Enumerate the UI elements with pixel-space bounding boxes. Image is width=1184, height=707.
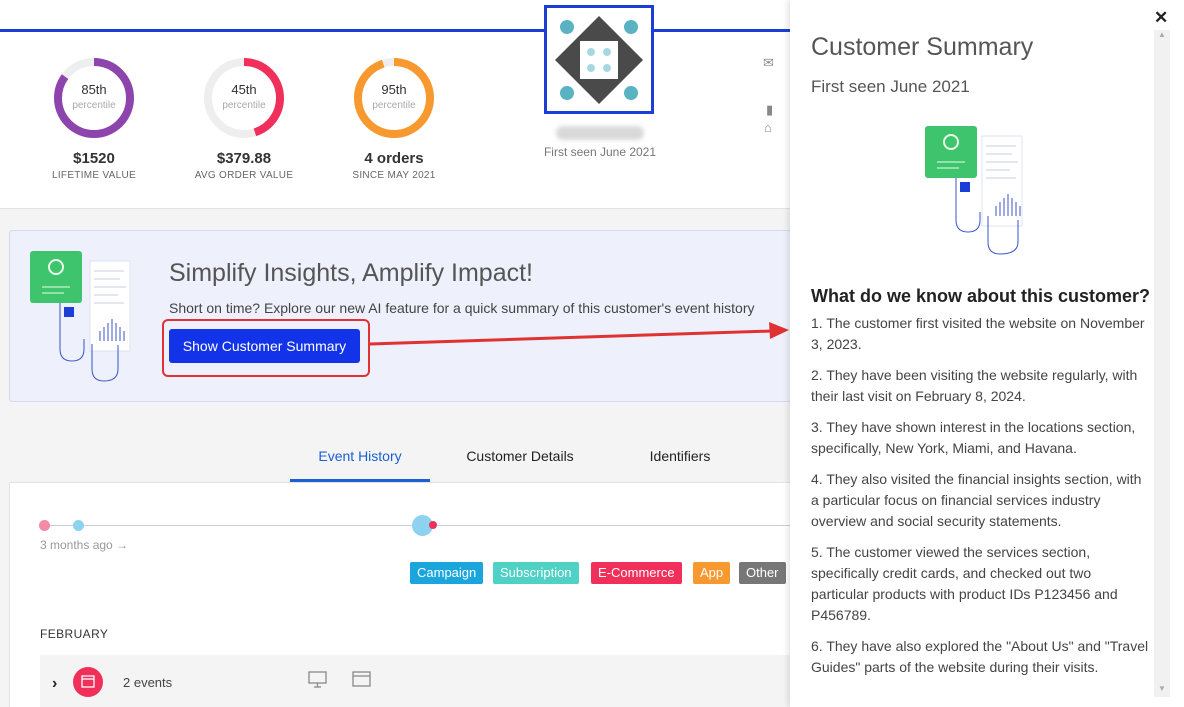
timeline-range-label: 3 months ago →: [40, 538, 129, 552]
summary-point: 4. They also visited the financial insig…: [811, 471, 1142, 529]
main-page: 85th percentile $1520 LIFETIME VALUE 45t…: [0, 0, 790, 707]
legend-app[interactable]: App: [693, 562, 731, 584]
event-count: 2 events: [123, 675, 173, 690]
summary-point: 3. They have shown interest in the locat…: [811, 419, 1136, 456]
tab-event-history[interactable]: Event History: [290, 448, 430, 464]
timeline-event-dot[interactable]: [39, 520, 50, 531]
tab-customer-details[interactable]: Customer Details: [450, 448, 590, 464]
panel-title: Customer Summary: [811, 33, 1034, 61]
summary-point: 5. The customer viewed the services sect…: [811, 544, 1118, 623]
close-icon[interactable]: ✕: [1154, 8, 1168, 28]
scroll-up-icon[interactable]: ▲: [1158, 30, 1166, 39]
customer-profile-illustration-icon: [925, 126, 1023, 255]
legend-ecommerce[interactable]: E-Commerce: [591, 562, 682, 584]
panel-scrollbar[interactable]: [1154, 30, 1170, 697]
month-heading: FEBRUARY: [40, 627, 109, 641]
summary-point: 1. The customer first visited the websit…: [811, 315, 1145, 352]
panel-first-seen: First seen June 2021: [811, 77, 970, 96]
legend-other[interactable]: Other: [739, 562, 786, 584]
chevron-right-icon[interactable]: ›: [52, 675, 57, 693]
timeline-event-dot[interactable]: [73, 520, 84, 531]
legend-subscription[interactable]: Subscription: [493, 562, 579, 584]
timeline-event-dot[interactable]: [429, 521, 437, 529]
knowledge-heading: What do we know about this customer?: [811, 286, 1151, 306]
summary-point: 6. They have also explored the "About Us…: [811, 638, 1149, 675]
customer-summary-panel: ✕ ▲ ▼ Customer Summary First seen June 2…: [790, 0, 1184, 707]
scroll-down-icon[interactable]: ▼: [1158, 684, 1166, 693]
browser-window-icon: [352, 671, 371, 687]
calendar-icon: [73, 667, 103, 697]
tab-identifiers[interactable]: Identifiers: [610, 448, 750, 464]
active-tab-indicator: [290, 479, 430, 482]
summary-points: 1. The customer first visited the websit…: [811, 313, 1151, 688]
legend-campaign[interactable]: Campaign: [410, 562, 484, 584]
summary-point: 2. They have been visiting the website r…: [811, 367, 1138, 404]
desktop-icon: [308, 671, 327, 688]
